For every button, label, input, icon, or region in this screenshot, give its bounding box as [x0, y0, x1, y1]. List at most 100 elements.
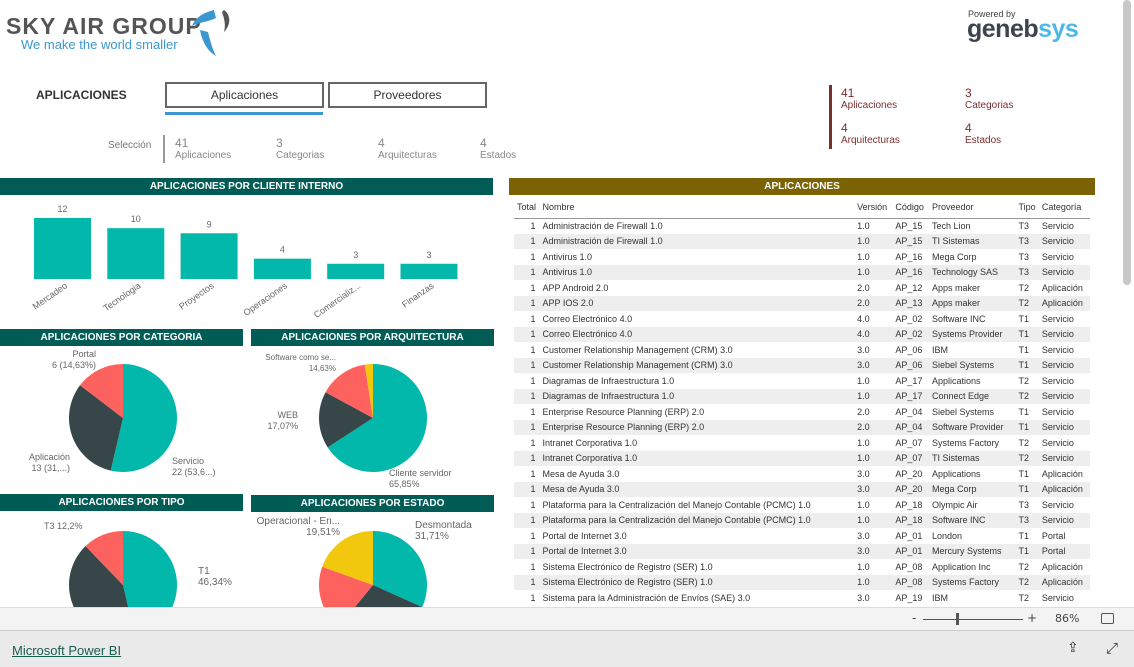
column-header[interactable]: Categoría [1038, 196, 1090, 219]
table-header-row: Total Nombre Versión Código Proveedor Tipo Cat… [514, 196, 1090, 219]
table-cell: T2 [1018, 282, 1029, 293]
table-row[interactable]: 1 Administración de Firewall 1.0 1.0 AP_15 T… [514, 218, 1090, 234]
column-header[interactable]: Versión [854, 196, 893, 219]
table-cell: T1 [1015, 326, 1039, 342]
table-row[interactable]: 1 Mesa de Ayuda 3.0 3.0 AP_20 Mega Corp T1 Apl… [514, 481, 1090, 497]
table-cell: AP_06 [895, 344, 923, 355]
table-row[interactable]: 1 Intranet Corporativa 1.0 1.0 AP_07 Systems… [514, 435, 1090, 451]
table-row[interactable]: 1 Plataforma para la Centralización del M… [514, 497, 1090, 513]
table-cell: 1 [514, 419, 540, 435]
table-cell: Aplicación [1041, 468, 1083, 479]
table-row[interactable]: 1 Diagramas de Infraestructura 1.0 1.0 AP_1… [514, 373, 1090, 389]
kpi-value: 4 [965, 121, 972, 135]
table-cell: T3 [1018, 251, 1029, 262]
table-row[interactable]: 1 Administración de Firewall 1.0 1.0 AP_15 T… [514, 233, 1090, 249]
table-cell: 1 [530, 468, 536, 479]
table-row[interactable]: 1 Portal de Internet 3.0 3.0 AP_01 Mercury S… [514, 543, 1090, 559]
table-row[interactable]: 1 Plataforma para la Centralización del M… [514, 512, 1090, 528]
table-row[interactable]: 1 Enterprise Resource Planning (ERP) 2.0 2… [514, 419, 1090, 435]
table-cell: 1.0 [854, 512, 893, 528]
column-header[interactable]: Proveedor [928, 196, 1016, 219]
table-cell: T3 [1015, 264, 1039, 280]
table-cell: Olympic Air [931, 499, 978, 510]
table-row[interactable]: 1 APP IOS 2.0 2.0 AP_13 Apps maker T2 Aplicaci… [514, 295, 1090, 311]
table-cell: APP IOS 2.0 [539, 295, 855, 311]
table-cell: 1.0 [854, 574, 893, 590]
page-scrollbar[interactable] [1123, 0, 1131, 285]
table-cell: Servicio [1041, 221, 1074, 231]
column-header[interactable]: Nombre [539, 196, 855, 219]
table-cell: AP_19 [895, 592, 923, 603]
table-cell: AP_08 [895, 561, 923, 572]
label-value: 46,34% [198, 577, 232, 588]
table-row[interactable]: 1 Correo Electrónico 4.0 4.0 AP_02 Software … [514, 311, 1090, 327]
table-row[interactable]: 1 Portal de Internet 3.0 3.0 AP_01 London T1 P… [514, 528, 1090, 544]
table-cell: 1.0 [857, 375, 870, 386]
column-header[interactable]: Código [892, 196, 929, 219]
label-name: Operacional - En... [256, 516, 340, 527]
pie-slice-t1[interactable] [123, 531, 177, 607]
table-cell: 2.0 [854, 419, 893, 435]
label-value: 6 (14,63%) [51, 360, 96, 370]
table-row[interactable]: 1 Antivirus 1.0 1.0 AP_16 Technology SAS T3 Se… [514, 264, 1090, 280]
brand-b: sys [1038, 15, 1079, 43]
table-cell: AP_15 [895, 221, 923, 231]
table-cell: AP_02 [895, 313, 923, 324]
table-row[interactable]: 1 Sistema para la Administración de Envío… [514, 590, 1090, 606]
table-row[interactable]: 1 Mesa de Ayuda 3.0 3.0 AP_20 Applications T1… [514, 466, 1090, 482]
table-cell: T1 [1015, 419, 1039, 435]
label-value: 14,63% [308, 364, 336, 373]
zoom-out-button[interactable]: - [912, 611, 916, 625]
table-row[interactable]: 1 Customer Relationship Management (CRM) … [514, 357, 1090, 373]
zoom-in-button[interactable]: + [1027, 611, 1037, 625]
column-header[interactable]: Tipo [1015, 196, 1039, 219]
table-cell: 1 [514, 388, 540, 404]
fullscreen-icon[interactable]: ⤢ [1106, 639, 1118, 657]
table-row[interactable]: 1 APP Android 2.0 2.0 AP_12 Apps maker T2 Apli… [514, 280, 1090, 296]
table-cell: Plataforma para la Centralización del Ma… [542, 499, 811, 510]
table-cell: T2 [1018, 375, 1029, 386]
table-cell: 1 [514, 574, 540, 590]
power-bi-link[interactable]: Microsoft Power BI [12, 643, 121, 658]
table-cell: Servicio [1041, 344, 1074, 355]
table-cell: 1.0 [857, 561, 870, 572]
table-cell: Application Inc [931, 561, 991, 572]
table-cell: T2 [1018, 437, 1029, 448]
table-cell: Siebel Systems [928, 357, 1016, 373]
table-cell: Aplicación [1038, 481, 1090, 497]
label-name: Portal [72, 349, 96, 359]
table-row[interactable]: 1 Antivirus 1.0 1.0 AP_16 Mega Corp T3 Servici… [514, 249, 1090, 265]
table-cell: 2.0 [857, 406, 870, 417]
table-row[interactable]: 1 Diagramas de Infraestructura 1.0 1.0 AP_1… [514, 388, 1090, 404]
table-cell: AP_17 [895, 375, 923, 386]
table-cell: Apps maker [928, 295, 1016, 311]
table-cell: AP_16 [892, 264, 929, 280]
label-name: Software como se... [265, 353, 336, 362]
table-row[interactable]: 1 Customer Relationship Management (CRM) … [514, 342, 1090, 358]
pie-label-saas: Software como se... 14,63% [254, 352, 336, 374]
pie-label-cliente-servidor: Cliente servidor 65,85% [389, 468, 452, 490]
table-row[interactable]: 1 Sistema Electrónico de Registro (SER) 1… [514, 574, 1090, 590]
fit-to-page-icon[interactable] [1101, 613, 1114, 624]
column-header[interactable]: Total [514, 196, 540, 219]
zoom-slider-track[interactable] [923, 619, 1023, 620]
table-cell: Aplicación [1041, 561, 1083, 572]
table-cell: AP_01 [892, 543, 929, 559]
table-cell: Sistema para la Administración de Envíos… [542, 592, 751, 603]
table-cell: 3.0 [854, 543, 893, 559]
table-cell: Software INC [928, 512, 1016, 528]
table-cell: Servicio [1038, 419, 1090, 435]
table-row[interactable]: 1 Correo Electrónico 4.0 4.0 AP_02 Systems P… [514, 326, 1090, 342]
table-cell: Servicio [1041, 437, 1074, 448]
table-row[interactable]: 1 Enterprise Resource Planning (ERP) 2.0 2… [514, 404, 1090, 420]
table-cell: 1 [514, 295, 540, 311]
table-cell: Correo Electrónico 4.0 [542, 313, 633, 324]
total-kpi-categorias: 3 Categorias [965, 86, 1013, 111]
share-icon[interactable]: ⇪ [1067, 640, 1079, 656]
table-row[interactable]: 1 Intranet Corporativa 1.0 1.0 AP_07 TI Sist… [514, 450, 1090, 466]
table-row[interactable]: 1 Sistema Electrónico de Registro (SER) 1… [514, 559, 1090, 575]
table-cell: Administración de Firewall 1.0 [539, 233, 855, 249]
zoom-slider-thumb[interactable] [955, 613, 959, 625]
pie-label-aplicacion: Aplicación 13 (31,...) [20, 452, 70, 474]
table-cell: 1 [514, 326, 540, 342]
